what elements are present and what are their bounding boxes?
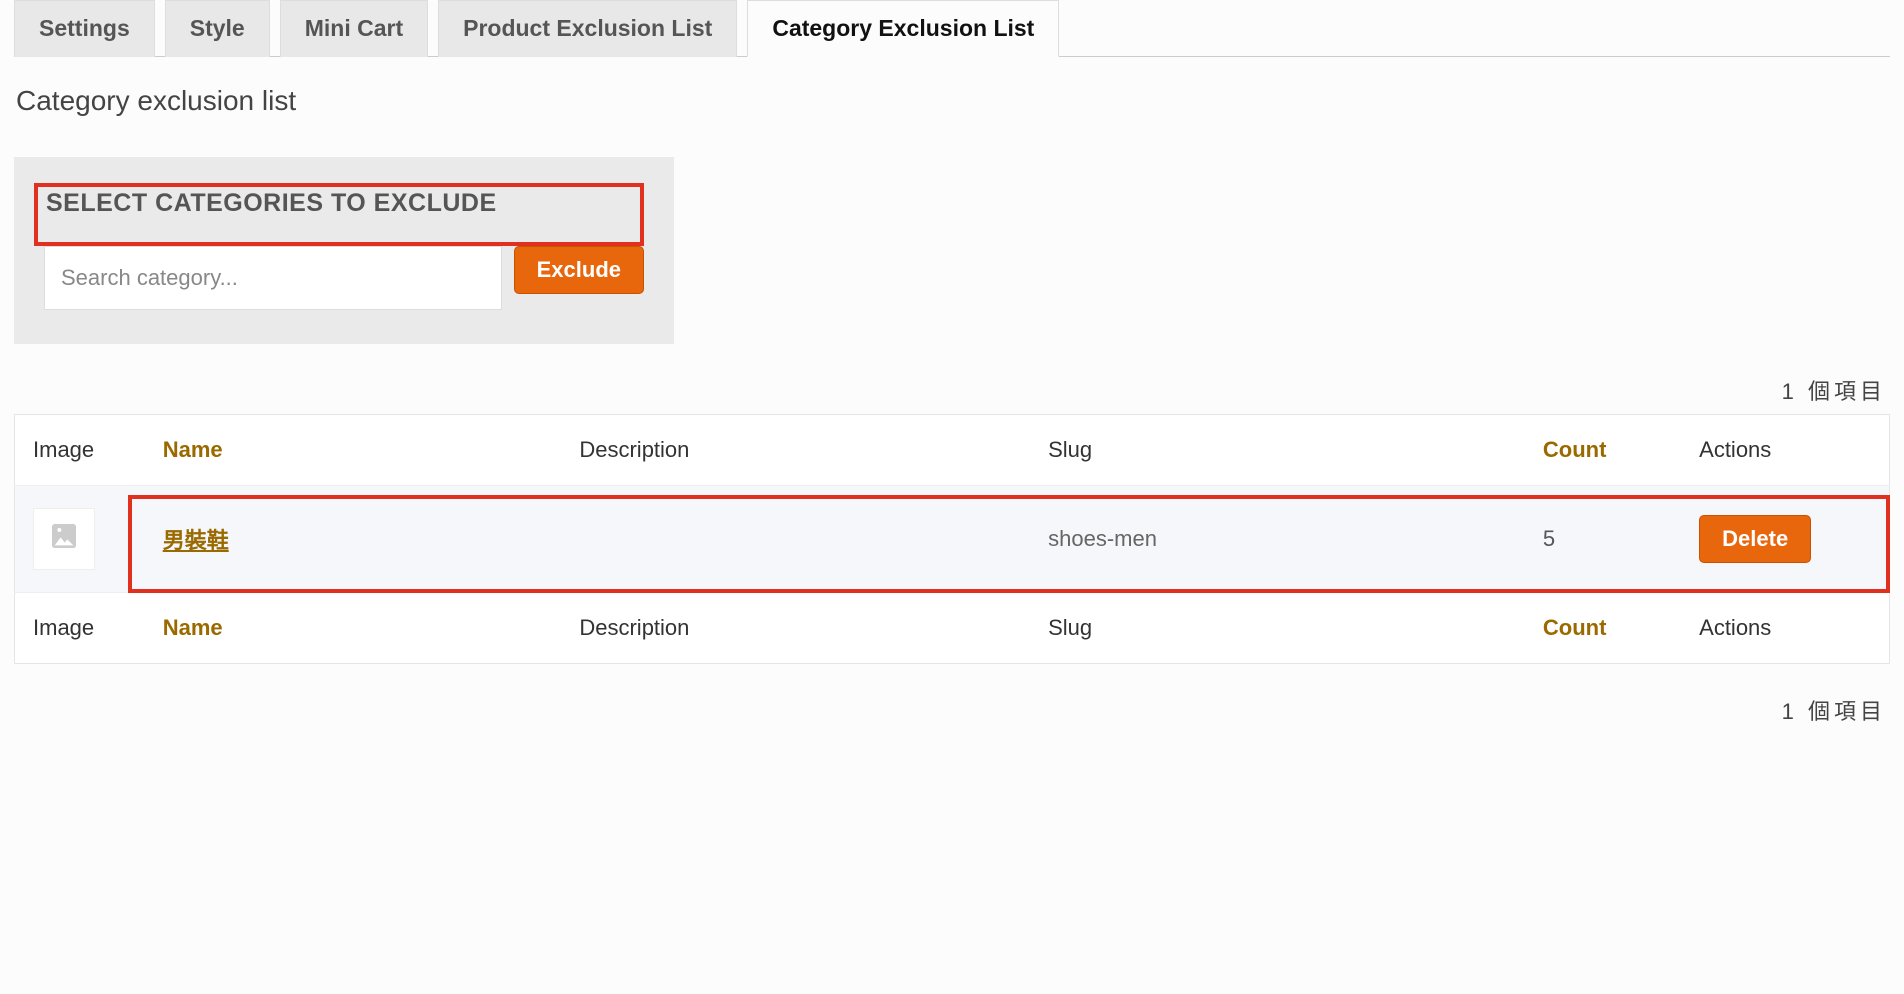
panel-heading: SELECT CATEGORIES TO EXCLUDE (46, 189, 497, 218)
item-count-top: 1 個項目 (14, 374, 1886, 406)
tab-settings[interactable]: Settings (14, 0, 155, 57)
col-slug-footer: Slug (1030, 593, 1525, 664)
tab-style[interactable]: Style (165, 0, 270, 57)
tab-product-exclusion[interactable]: Product Exclusion List (438, 0, 737, 57)
exclusion-table: Image Name Description Slug Count Action… (14, 414, 1890, 664)
col-image-footer: Image (15, 593, 145, 664)
col-name-footer[interactable]: Name (163, 615, 223, 640)
row-slug: shoes-men (1030, 486, 1525, 593)
tab-mini-cart[interactable]: Mini Cart (280, 0, 428, 57)
delete-button[interactable]: Delete (1699, 515, 1811, 563)
row-name-link[interactable]: 男裝鞋 (163, 528, 229, 553)
col-count-footer[interactable]: Count (1543, 615, 1607, 640)
col-image: Image (15, 415, 145, 486)
col-actions: Actions (1681, 415, 1889, 486)
col-name[interactable]: Name (163, 437, 223, 462)
exclude-button[interactable]: Exclude (514, 246, 644, 294)
col-count[interactable]: Count (1543, 437, 1607, 462)
col-actions-footer: Actions (1681, 593, 1889, 664)
row-count: 5 (1525, 486, 1681, 593)
item-count-bottom: 1 個項目 (14, 694, 1886, 726)
col-description-footer: Description (561, 593, 1030, 664)
row-image-placeholder (33, 508, 95, 570)
page-title: Category exclusion list (16, 85, 1890, 117)
col-description: Description (561, 415, 1030, 486)
exclude-panel: SELECT CATEGORIES TO EXCLUDE Exclude (14, 157, 674, 344)
tab-category-exclusion[interactable]: Category Exclusion List (747, 0, 1059, 57)
row-description (561, 486, 1030, 593)
image-placeholder-icon (48, 520, 80, 558)
table-row: 男裝鞋 shoes-men 5 Delete (15, 486, 1890, 593)
tab-bar: Settings Style Mini Cart Product Exclusi… (14, 0, 1890, 57)
table-header-row: Image Name Description Slug Count Action… (15, 415, 1890, 486)
col-slug: Slug (1030, 415, 1525, 486)
annotation-highlight-heading: SELECT CATEGORIES TO EXCLUDE (34, 183, 644, 246)
category-search-input[interactable] (44, 246, 502, 310)
table-footer-row: Image Name Description Slug Count Action… (15, 593, 1890, 664)
